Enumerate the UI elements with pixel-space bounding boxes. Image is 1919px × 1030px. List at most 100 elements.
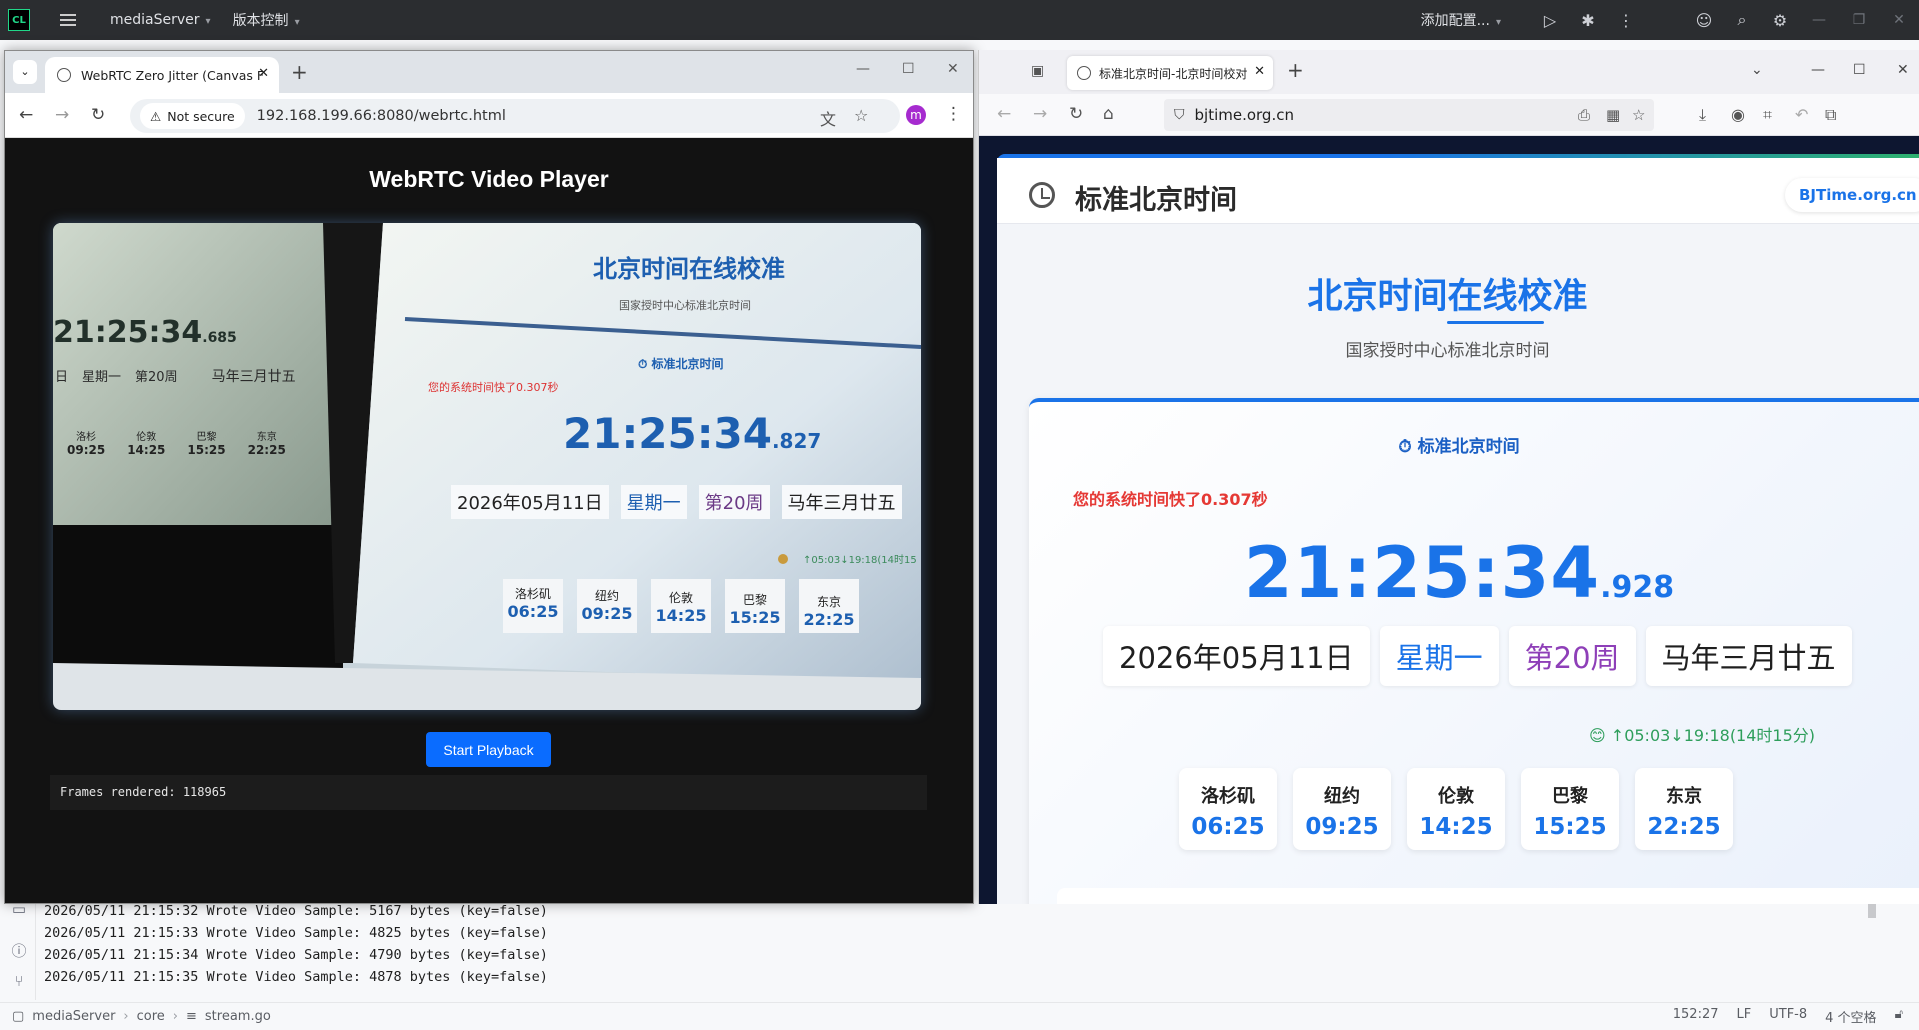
run-icon[interactable]: ▷ [1531,11,1569,30]
video-cities: 洛杉矶 06:25 纽约 09:25 伦敦 14:25 巴黎 15:25 东京 22:25 [503,579,859,633]
home-icon[interactable]: ⌂ [1103,104,1114,124]
reload-icon[interactable]: ↻ [91,105,105,125]
maximize-icon[interactable]: ☐ [1853,62,1866,78]
frames-rendered-log: Frames rendered: 118965 [50,775,927,810]
bookmark-star-icon[interactable]: ☆ [1632,106,1645,124]
reader-view-icon[interactable]: ⎙ [1578,106,1590,124]
undo-icon[interactable]: ↶ [1795,105,1808,124]
git-branch-icon[interactable]: ⑂ [10,972,28,990]
back-icon[interactable]: ← [997,104,1011,124]
restore-icon[interactable]: ❐ [1839,12,1879,28]
profile-avatar[interactable]: m [906,105,926,125]
city-time: 06:25 [1191,814,1265,840]
close-icon[interactable]: ✕ [947,61,959,77]
city-time: 22:25 [1647,814,1721,840]
chrome-tab-webrtc[interactable]: WebRTC Zero Jitter (Canvas F ✕ [45,57,279,93]
warning-icon: ⚠ [150,108,162,124]
main-clock: 21:25:34.928 [1029,532,1889,614]
back-icon[interactable]: ← [19,105,33,125]
breadcrumb-folder[interactable]: core [137,1009,165,1024]
problems-icon[interactable]: ⓘ [10,940,28,960]
site-brand-link[interactable]: BJTime.org.cn [1785,178,1919,212]
settings-icon[interactable]: ⚙ [1761,11,1799,30]
main-clock-hms: 21:25:34 [1243,532,1601,614]
run-config-selector[interactable]: 添加配置... ▾ [1421,10,1501,30]
tab-title: 标准北京时间-北京时间校对 [1099,66,1248,81]
maximize-icon[interactable]: ☐ [902,61,915,77]
screenshot-icon[interactable]: ⌗ [1763,105,1772,125]
close-tab-icon[interactable]: ✕ [258,66,269,81]
translate-icon[interactable]: 文 [820,106,836,130]
tab-search-icon[interactable]: ⌄ [13,60,37,84]
start-playback-button[interactable]: Start Playback [426,732,551,767]
forward-icon[interactable]: → [1033,104,1047,124]
close-icon[interactable]: ✕ [1879,12,1919,28]
cursor-position[interactable]: 152:27 [1673,1007,1719,1026]
project-name: mediaServer [110,12,200,28]
video-canvas: 21:25:34.685 日 星期一 第20周 马年三月廿五 洛杉 09:25 伦… [53,223,921,710]
breadcrumb-project[interactable]: mediaServer [32,1009,115,1024]
url-text[interactable]: 192.168.199.66:8080/webrtc.html [257,108,506,124]
page-title: WebRTC Video Player [369,166,609,192]
world-clock-card: 东京 22:25 [1635,768,1733,850]
close-icon[interactable]: ✕ [1897,62,1909,78]
minimize-icon[interactable]: — [1811,62,1825,78]
new-tab-icon[interactable]: + [1287,58,1304,82]
line-ending[interactable]: LF [1737,1007,1752,1026]
file-encoding[interactable]: UTF-8 [1769,1007,1807,1026]
video-small-city: 伦敦 14:25 [127,428,165,457]
more-icon[interactable]: ⋮ [945,104,962,124]
ide-logo-icon: CL [8,9,30,31]
bookmark-star-icon[interactable]: ☆ [854,106,868,125]
world-clocks: 洛杉矶 06:25 纽约 09:25 伦敦 14:25 巴黎 15:25 东京 22:25 [1179,768,1733,850]
sunrise-sunset-text: ↑05:03↓19:18(14时15分) [1610,726,1816,745]
tab-manager-icon[interactable]: ▣ [1031,63,1044,79]
add-user-icon[interactable]: ☺ [1685,11,1723,30]
forward-icon[interactable]: → [55,105,69,125]
video-small-label: 星期一 [82,370,122,385]
date-chip: 2026年05月11日 [1103,626,1370,686]
tab-title: WebRTC Zero Jitter (Canvas F [81,67,265,83]
debug-icon[interactable]: ✱ [1569,11,1607,30]
hero-underline [1447,321,1544,324]
new-tab-icon[interactable]: + [291,60,308,84]
qr-code-icon[interactable]: ▦ [1606,106,1620,124]
video-city-name: 伦敦 [668,591,693,605]
next-card-edge [1057,888,1919,904]
time-card-title-text: 标准北京时间 [1417,437,1520,457]
tab-list-chevron-icon[interactable]: ⌄ [1751,62,1763,78]
browser-tab-bjtime[interactable]: 标准北京时间-北京时间校对 ✕ [1067,56,1273,90]
more-icon[interactable]: ⋮ [1607,11,1645,30]
world-clock-card: 纽约 09:25 [1293,768,1391,850]
address-bar[interactable]: ⚠ Not secure 192.168.199.66:8080/webrtc.… [130,99,900,133]
video-small-time: 21:25:34.685 [53,315,237,350]
project-selector[interactable]: mediaServer ▾ [110,12,211,28]
site-header-title[interactable]: 标准北京时间 [1075,178,1237,217]
security-chip[interactable]: ⚠ Not secure [140,103,245,129]
video-small-cities: 洛杉 09:25 伦敦 14:25 巴黎 15:25 东京 22:25 [67,428,286,457]
reload-icon[interactable]: ↻ [1069,104,1083,124]
close-tab-icon[interactable]: ✕ [1254,64,1265,79]
extensions-icon[interactable]: ⧉ [1825,105,1836,125]
world-clock-card: 伦敦 14:25 [1407,768,1505,850]
main-menu-icon[interactable] [60,14,76,26]
search-icon[interactable]: ⌕ [1723,10,1761,30]
download-icon[interactable]: ⤓ [1699,105,1706,125]
lock-icon[interactable]: 🔓︎ [1895,1007,1903,1026]
indent-setting[interactable]: 4 个空格 [1825,1007,1876,1026]
tracking-shield-icon[interactable]: ⛉ [1174,107,1185,123]
video-clock-main: 21:25:34 [563,409,772,458]
video-card-title: ⏱ 标准北京时间 [638,357,724,371]
minimize-icon[interactable]: — [1799,12,1839,28]
sunrise-sunset: 😊︎ ↑05:03↓19:18(14时15分) [1589,722,1815,746]
account-icon[interactable]: ◉ [1731,105,1745,124]
url-text[interactable]: bjtime.org.cn [1195,106,1294,124]
world-clock-card: 洛杉矶 06:25 [1179,768,1277,850]
clock-icon [1029,182,1055,208]
vcs-menu[interactable]: 版本控制 ▾ [233,10,300,30]
main-clock-ms: .928 [1600,570,1675,605]
address-bar[interactable]: ⛉ bjtime.org.cn ⎙ ▦ ☆ [1164,99,1654,131]
minimize-icon[interactable]: — [856,61,870,77]
video-city: 洛杉矶 06:25 [503,579,563,633]
breadcrumb-file[interactable]: stream.go [205,1009,271,1024]
